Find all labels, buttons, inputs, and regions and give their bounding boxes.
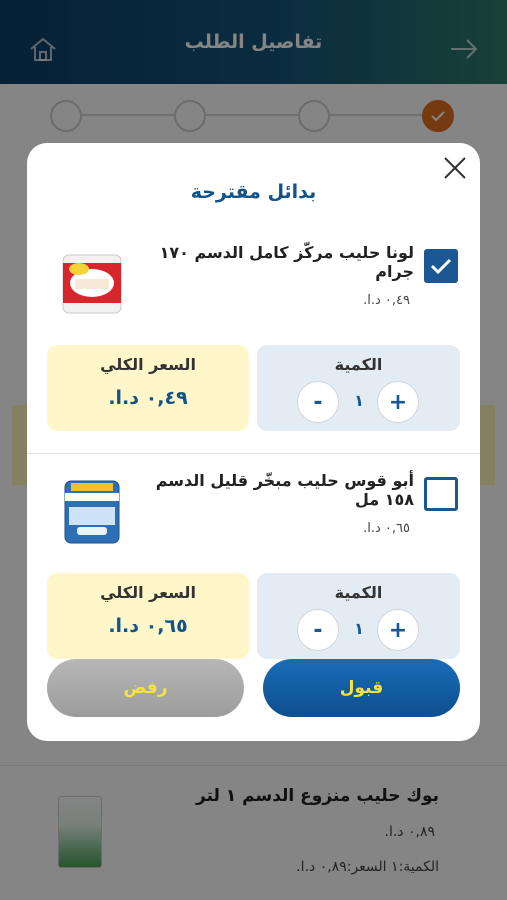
alternative-checkbox[interactable]: [424, 249, 458, 283]
rainbow-milk-can-image: [64, 480, 120, 544]
increase-button[interactable]: +: [377, 381, 419, 423]
quantity-value: ١: [354, 391, 364, 410]
total-label: السعر الكلي: [100, 355, 196, 374]
total-price-box: السعر الكلي ٠,٤٩ د.ا.: [47, 345, 249, 431]
close-icon[interactable]: [442, 155, 468, 181]
decrease-button[interactable]: -: [297, 381, 339, 423]
alternative-checkbox[interactable]: [424, 477, 458, 511]
modal-title: بدائل مقترحة: [190, 181, 317, 203]
total-label: السعر الكلي: [100, 583, 196, 602]
alternative-price: ٠,٦٥ د.ا.: [363, 521, 410, 536]
accept-button[interactable]: قبول: [263, 659, 460, 717]
alternative-name: لونا حليب مركّز كامل الدسم ١٧٠ جرام: [159, 243, 414, 281]
alternative-name: أبو قوس حليب مبخّر قليل الدسم ١٥٨ مل: [155, 471, 414, 509]
increase-button[interactable]: +: [377, 609, 419, 651]
quantity-label: الكمية: [334, 355, 383, 374]
total-price-box: السعر الكلي ٠,٦٥ د.ا.: [47, 573, 249, 659]
quantity-value: ١: [354, 619, 364, 638]
quantity-box: الكمية - ١ +: [257, 345, 460, 431]
total-value: ٠,٤٩ د.ا.: [108, 387, 188, 409]
total-value: ٠,٦٥ د.ا.: [108, 615, 188, 637]
quantity-label: الكمية: [334, 583, 383, 602]
decrease-button[interactable]: -: [297, 609, 339, 651]
alternatives-modal: بدائل مقترحة لونا حليب مركّز كامل الدسم …: [27, 143, 480, 741]
check-icon: [430, 258, 452, 275]
reject-button[interactable]: رفض: [47, 659, 244, 717]
alternative-price: ٠,٤٩ د.ا.: [363, 293, 410, 308]
luna-milk-can-image: [62, 254, 122, 314]
quantity-box: الكمية - ١ +: [257, 573, 460, 659]
divider: [27, 453, 480, 454]
